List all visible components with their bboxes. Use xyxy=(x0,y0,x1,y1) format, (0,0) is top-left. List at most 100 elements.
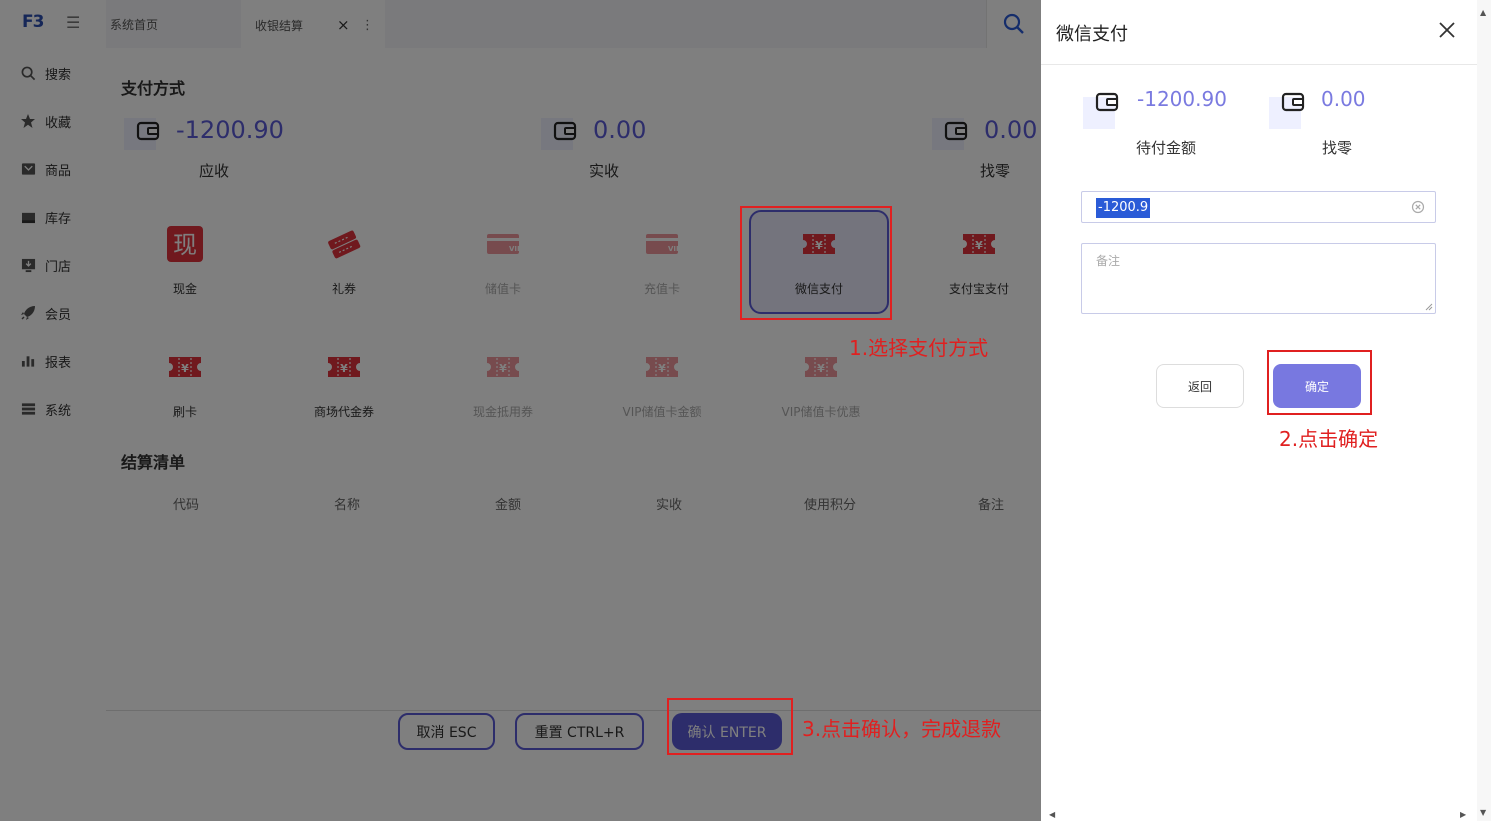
sidebar-item-search[interactable]: 搜索 xyxy=(0,61,106,85)
pay-method-swipe-card[interactable]: ¥ 刷卡 xyxy=(115,333,255,437)
tab-home[interactable]: 系统首页 xyxy=(110,0,158,48)
wechat-pay-drawer: 微信支付 -1200.90 待付金额 0.00 找零 -1200.9 备注 返回… xyxy=(1041,0,1491,821)
vip-card-icon: VIP xyxy=(646,234,680,254)
scroll-right-icon[interactable]: ▶ xyxy=(1460,810,1466,819)
svg-text:¥: ¥ xyxy=(499,362,507,375)
pay-method-vip-balance[interactable]: ¥ VIP储值卡金额 xyxy=(592,333,732,437)
yuan-ticket-icon: ¥ xyxy=(805,357,837,377)
store-icon xyxy=(20,257,36,273)
wallet-icon xyxy=(1281,92,1305,112)
svg-text:¥: ¥ xyxy=(975,239,983,252)
vertical-scrollbar[interactable] xyxy=(1477,0,1491,821)
pay-method-label: VIP储值卡金额 xyxy=(622,405,702,419)
footer-divider xyxy=(106,710,1041,711)
amount-value: 0.00 xyxy=(593,116,647,144)
cash-icon: 现 xyxy=(167,226,203,262)
search-button[interactable] xyxy=(986,0,1041,48)
scroll-up-icon[interactable]: ▲ xyxy=(1480,8,1486,17)
wallet-icon xyxy=(944,121,968,141)
yuan-ticket-icon: ¥ xyxy=(169,357,201,377)
pay-method-cash[interactable]: 现 现金 xyxy=(115,210,255,314)
sidebar-item-member[interactable]: 会员 xyxy=(0,301,106,325)
sidebar-item-system[interactable]: 系统 xyxy=(0,397,106,421)
close-icon[interactable] xyxy=(1437,20,1457,40)
column-header: 代码 xyxy=(172,498,199,513)
pay-method-label: 现金 xyxy=(172,282,197,296)
change-value: 0.00 xyxy=(1321,87,1366,111)
pay-method-label: 礼券 xyxy=(331,282,356,296)
cancel-button[interactable]: 取消 ESC xyxy=(398,713,495,750)
pay-method-mall-voucher[interactable]: ¥ 商场代金券 xyxy=(274,333,414,437)
sidebar-item-label: 报表 xyxy=(45,355,72,371)
ok-button[interactable]: 确定 xyxy=(1273,364,1361,408)
amount-caption: 实收 xyxy=(589,162,620,180)
sidebar-item-store[interactable]: 门店 xyxy=(0,253,106,277)
sidebar-item-favorites[interactable]: 收藏 xyxy=(0,109,106,133)
wallet-icon xyxy=(1095,92,1119,112)
scroll-left-icon[interactable]: ◀ xyxy=(1049,810,1055,819)
pay-method-coupon[interactable]: 礼券 xyxy=(274,210,414,314)
sidebar-item-label: 收藏 xyxy=(45,115,72,131)
pay-method-label: VIP储值卡优惠 xyxy=(781,405,861,419)
column-header: 备注 xyxy=(977,498,1004,513)
amount-caption: 找零 xyxy=(980,162,1011,180)
column-header: 使用积分 xyxy=(803,498,856,513)
pay-method-stored-card[interactable]: VIP 储值卡 xyxy=(433,210,573,314)
sidebar-item-report[interactable]: 报表 xyxy=(0,349,106,373)
pay-method-wechat[interactable]: ¥ 微信支付 xyxy=(749,210,889,314)
star-icon xyxy=(20,113,36,129)
pending-value: -1200.90 xyxy=(1137,87,1227,111)
drawer-divider xyxy=(1041,64,1477,65)
pay-method-label: 刷卡 xyxy=(172,405,197,419)
svg-text:VIP: VIP xyxy=(509,245,521,253)
pay-method-recharge-card[interactable]: VIP 充值卡 xyxy=(592,210,732,314)
payment-amount-input[interactable]: -1200.9 xyxy=(1081,191,1436,223)
yuan-ticket-icon: ¥ xyxy=(328,357,360,377)
more-icon[interactable]: ⋮ xyxy=(361,18,374,33)
pay-method-label: 储值卡 xyxy=(484,282,521,296)
checkout-content: 支付方式 -1200.90 应收 0.00 实收 0.00 找零 现 现金 礼券 xyxy=(106,58,1041,821)
sidebar-item-goods[interactable]: 商品 xyxy=(0,157,106,181)
svg-text:VIP: VIP xyxy=(668,245,680,253)
sidebar-item-inventory[interactable]: 库存 xyxy=(0,205,106,229)
yuan-ticket-icon: ¥ xyxy=(963,234,995,254)
scroll-down-icon[interactable]: ▼ xyxy=(1480,808,1486,817)
cashier-app: F3 ☰ 搜索 收藏 商品 库存 门店 会员 报表 系统 系统首页 收银结算 ×… xyxy=(0,0,1041,821)
sidebar: F3 ☰ 搜索 收藏 商品 库存 门店 会员 报表 系统 xyxy=(0,0,106,821)
rocket-icon xyxy=(20,305,36,321)
resize-grip-icon[interactable] xyxy=(1425,303,1433,311)
reset-button[interactable]: 重置 CTRL+R xyxy=(515,713,644,750)
annotation-step1: 1.选择支付方式 xyxy=(849,336,989,360)
change-caption: 找零 xyxy=(1322,139,1353,157)
yuan-ticket-icon: ¥ xyxy=(803,234,835,254)
drawer-title: 微信支付 xyxy=(1056,24,1128,45)
sidebar-item-label: 系统 xyxy=(45,403,72,419)
goods-icon xyxy=(20,161,36,177)
search-icon xyxy=(20,65,36,81)
inventory-icon xyxy=(20,209,36,225)
pay-method-cash-voucher[interactable]: ¥ 现金抵用券 xyxy=(433,333,573,437)
system-icon xyxy=(20,401,36,417)
pay-method-label: 商场代金券 xyxy=(313,405,374,419)
tab-checkout[interactable]: 收银结算 × ⋮ xyxy=(241,0,385,50)
annotation-step2: 2.点击确定 xyxy=(1279,427,1379,451)
settlement-title: 结算清单 xyxy=(121,453,186,472)
vip-card-icon: VIP xyxy=(487,234,521,254)
menu-toggle-icon[interactable]: ☰ xyxy=(66,13,80,32)
chart-icon xyxy=(20,353,36,369)
amount-input-value: -1200.9 xyxy=(1096,198,1151,218)
svg-text:¥: ¥ xyxy=(817,362,825,375)
wallet-icon xyxy=(136,121,160,141)
pay-method-label: 支付宝支付 xyxy=(948,282,1009,296)
app-logo: F3 xyxy=(22,12,44,32)
pay-method-alipay[interactable]: ¥ 支付宝支付 xyxy=(909,210,1041,314)
sidebar-item-label: 库存 xyxy=(45,211,72,227)
close-icon[interactable]: × xyxy=(337,16,350,34)
wallet-icon xyxy=(553,121,577,141)
back-button[interactable]: 返回 xyxy=(1156,364,1244,408)
amount-value: -1200.90 xyxy=(176,116,284,144)
remark-textarea[interactable]: 备注 xyxy=(1081,243,1436,314)
confirm-button[interactable]: 确认 ENTER xyxy=(672,713,782,750)
clear-icon[interactable] xyxy=(1411,200,1425,214)
svg-text:¥: ¥ xyxy=(181,362,189,375)
